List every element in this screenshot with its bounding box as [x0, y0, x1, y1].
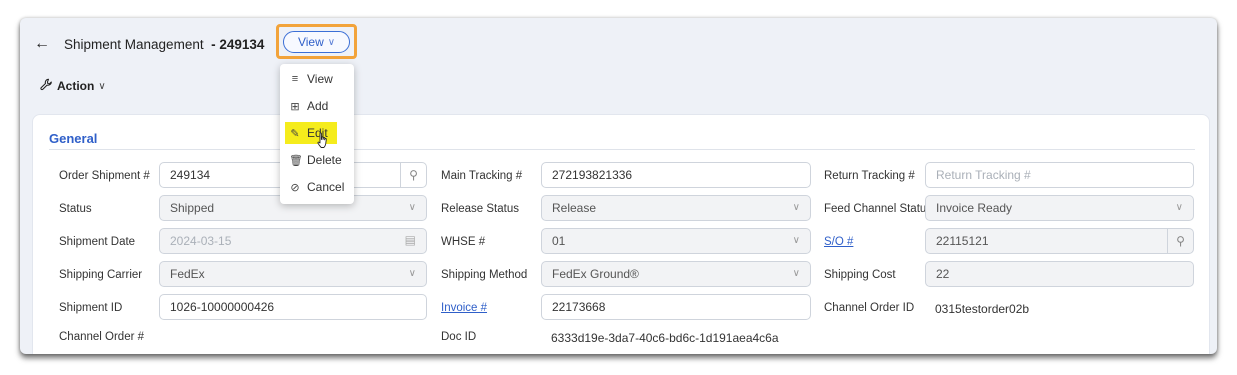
chevron-down-icon: ∨: [792, 202, 800, 213]
chevron-down-icon: ∨: [408, 268, 416, 279]
shipping-carrier-select[interactable]: FedEx ∨: [159, 261, 427, 287]
feed-channel-status-select[interactable]: Invoice Ready ∨: [925, 195, 1194, 221]
menu-item-label: Add: [307, 99, 329, 113]
main-tracking-value: 272193821336: [552, 168, 633, 182]
release-status-label: Release Status: [441, 203, 519, 215]
shipment-date-field[interactable]: 2024-03-15 ▤: [159, 228, 427, 254]
menu-item-view[interactable]: ≡ View: [280, 68, 354, 90]
chevron-down-icon: ∨: [1175, 202, 1183, 213]
calendar-icon: ▤: [404, 233, 416, 247]
invoice-link[interactable]: Invoice #: [441, 302, 487, 314]
list-icon: ≡: [291, 73, 299, 85]
order-shipment-label: Order Shipment #: [59, 170, 150, 182]
title-separator: -: [211, 37, 216, 52]
whse-label: WHSE #: [441, 236, 486, 248]
wrench-icon: [40, 78, 53, 94]
search-icon[interactable]: ⚲: [400, 163, 426, 187]
shipment-id-value: 1026-10000000426: [170, 300, 275, 314]
record-id: 249134: [219, 37, 265, 52]
shipping-method-label: Shipping Method: [441, 269, 528, 281]
main-tracking-field[interactable]: 272193821336: [541, 162, 811, 188]
so-value: 22115121: [936, 234, 989, 248]
page-title-text: Shipment Management: [64, 37, 204, 52]
status-label: Status: [59, 203, 92, 215]
back-arrow-icon[interactable]: ←: [34, 34, 50, 54]
action-menu-button[interactable]: Action ∨: [40, 78, 106, 94]
page-title: Shipment Management - 249134: [64, 37, 264, 52]
hand-pointer-icon: [316, 132, 330, 153]
shipping-cost-value: 22: [936, 267, 950, 281]
feed-channel-status-label: Feed Channel Status: [824, 203, 933, 215]
trash-icon: 🗑: [289, 154, 303, 167]
menu-item-label: Cancel: [307, 180, 345, 194]
status-value: Shipped: [170, 201, 215, 215]
action-label: Action: [57, 79, 95, 93]
release-status-value: Release: [552, 201, 597, 215]
section-title-general: General: [49, 131, 98, 146]
menu-item-add[interactable]: ⊞ Add: [280, 95, 354, 117]
section-divider: [49, 149, 1195, 150]
shipping-method-value: FedEx Ground®: [552, 267, 639, 281]
shipping-cost-field[interactable]: 22: [925, 261, 1194, 287]
whse-select[interactable]: 01 ∨: [541, 228, 811, 254]
channel-order-id-label: Channel Order ID: [824, 302, 915, 314]
view-mode-label: View: [297, 35, 324, 49]
channel-order-id-value: 0315testorder02b: [935, 302, 1030, 316]
shipping-carrier-value: FedEx: [170, 267, 205, 281]
return-tracking-placeholder: Return Tracking #: [936, 168, 1031, 182]
doc-id-label: Doc ID: [441, 331, 477, 343]
cancel-icon: ⊘: [290, 181, 300, 194]
menu-item-cancel[interactable]: ⊘ Cancel: [280, 176, 354, 198]
so-link[interactable]: S/O #: [824, 236, 853, 248]
chevron-down-icon: ∨: [327, 36, 336, 48]
top-bar: ← Shipment Management - 249134 View ∨ Ac…: [20, 18, 1217, 93]
chevron-down-icon: ∨: [792, 268, 800, 279]
chevron-down-icon: ∨: [408, 202, 416, 213]
shipping-carrier-label: Shipping Carrier: [59, 269, 143, 281]
add-file-icon: ⊞: [290, 100, 300, 113]
general-panel: General Order Shipment # 249134 ⚲ Status…: [32, 114, 1210, 354]
app-window: ← Shipment Management - 249134 View ∨ Ac…: [20, 18, 1217, 354]
view-mode-button[interactable]: View ∨: [283, 31, 350, 53]
channel-order-label: Channel Order #: [59, 331, 145, 343]
feed-channel-status-value: Invoice Ready: [936, 201, 1013, 215]
release-status-select[interactable]: Release ∨: [541, 195, 811, 221]
menu-item-label: View: [307, 72, 333, 86]
invoice-value: 22173668: [552, 300, 606, 314]
whse-value: 01: [552, 234, 566, 248]
chevron-down-icon: ∨: [792, 235, 800, 246]
view-button-focus-outline: View ∨: [276, 24, 357, 59]
pencil-icon: ✎: [290, 127, 300, 140]
invoice-field[interactable]: 22173668: [541, 294, 811, 320]
search-icon[interactable]: ⚲: [1167, 229, 1193, 253]
shipping-cost-label: Shipping Cost: [824, 269, 896, 281]
so-field[interactable]: 22115121 ⚲: [925, 228, 1194, 254]
order-shipment-value: 249134: [170, 168, 211, 182]
doc-id-value: 6333d19e-3da7-40c6-bd6c-1d191aea4c6a: [551, 331, 779, 345]
shipment-date-label: Shipment Date: [59, 236, 136, 248]
shipping-method-select[interactable]: FedEx Ground® ∨: [541, 261, 811, 287]
chevron-down-icon: ∨: [98, 80, 106, 92]
return-tracking-field[interactable]: Return Tracking #: [925, 162, 1194, 188]
main-tracking-label: Main Tracking #: [441, 170, 523, 182]
shipment-date-value: 2024-03-15: [170, 234, 232, 248]
shipment-id-field[interactable]: 1026-10000000426: [159, 294, 427, 320]
shipment-id-label: Shipment ID: [59, 302, 123, 314]
menu-item-label: Delete: [307, 153, 342, 167]
return-tracking-label: Return Tracking #: [824, 170, 915, 182]
